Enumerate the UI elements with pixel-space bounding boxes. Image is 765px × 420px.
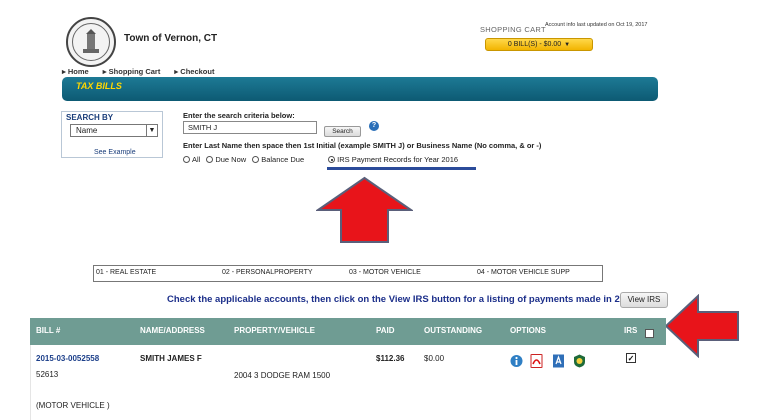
col-name-address: NAME/ADDRESS xyxy=(140,326,205,335)
col-bill: BILL # xyxy=(36,326,61,335)
help-icon[interactable]: ? xyxy=(369,121,379,131)
paid-amount: $112.36 xyxy=(376,354,405,363)
search-by-title: SEARCH BY xyxy=(66,113,114,122)
town-seal-logo xyxy=(66,17,116,67)
radio-button-selected[interactable] xyxy=(328,156,336,163)
bill-number-link[interactable]: 2015-03-0052558 xyxy=(36,354,99,363)
highlight-underline xyxy=(327,167,476,170)
table-header xyxy=(30,318,666,345)
pdf-icon[interactable] xyxy=(530,354,543,368)
vehicle-description: 2004 3 DODGE RAM 1500 xyxy=(234,371,331,380)
irs-row-checkbox[interactable]: ✓ xyxy=(626,353,636,363)
tab-personal-property[interactable]: 02 - PERSONALPROPERTY xyxy=(222,269,313,276)
outstanding-amount: $0.00 xyxy=(424,354,445,363)
tab-motor-vehicle-supp[interactable]: 04 - MOTOR VEHICLE SUPP xyxy=(477,269,570,276)
tab-motor-vehicle[interactable]: 03 - MOTOR VEHICLE xyxy=(349,269,421,276)
info-icon[interactable] xyxy=(510,354,523,368)
seal-badge-icon[interactable] xyxy=(573,354,586,368)
filter-all[interactable]: All xyxy=(183,155,200,164)
caret-down-icon: ▼ xyxy=(564,42,571,48)
chevron-down-icon: ▼ xyxy=(146,125,157,136)
col-paid: PAID xyxy=(376,326,395,335)
table-row xyxy=(30,345,666,420)
select-all-checkbox[interactable] xyxy=(645,329,654,338)
tab-real-estate[interactable]: 01 - REAL ESTATE xyxy=(96,269,156,276)
breadcrumb: ▸ Home ▸ Shopping Cart ▸ Checkout xyxy=(62,67,226,76)
search-by-selected: Name xyxy=(76,126,98,135)
cart-button-label: 0 BILL(S) - $0.00 xyxy=(507,41,562,48)
breadcrumb-shopping-cart[interactable]: ▸ Shopping Cart xyxy=(103,67,167,76)
radio-button[interactable] xyxy=(183,156,190,163)
search-by-select[interactable]: Name ▼ xyxy=(70,124,158,137)
col-outstanding: OUTSTANDING xyxy=(424,326,483,335)
col-property-vehicle: PROPERTY/VEHICLE xyxy=(234,326,315,335)
filter-due-now[interactable]: Due Now xyxy=(206,155,246,164)
section-title-bar xyxy=(62,77,658,101)
radio-button[interactable] xyxy=(252,156,260,163)
breadcrumb-checkout[interactable]: ▸ Checkout xyxy=(174,67,220,76)
bill-sub-number: 52613 xyxy=(36,370,59,379)
view-irs-button[interactable]: View IRS xyxy=(620,292,668,308)
filter-balance-due[interactable]: Balance Due xyxy=(252,155,304,164)
section-title: TAX BILLS xyxy=(76,81,122,91)
filter-radio-group: All Due Now Balance Due IRS Payment Reco… xyxy=(183,155,464,164)
irs-instructions: Check the applicable accounts, then clic… xyxy=(167,294,636,305)
search-instructions: Enter Last Name then space then 1st Init… xyxy=(183,141,542,150)
breadcrumb-home[interactable]: ▸ Home xyxy=(62,67,95,76)
shopping-cart-label: SHOPPING CART xyxy=(480,25,546,34)
see-example-link[interactable]: See Example xyxy=(94,149,136,156)
document-icon[interactable] xyxy=(552,354,565,368)
search-input[interactable]: SMITH J xyxy=(183,121,317,134)
search-button[interactable]: Search xyxy=(324,126,361,137)
red-arrow-left-icon xyxy=(664,294,739,358)
filter-irs-records[interactable]: IRS Payment Records for Year 2016 xyxy=(328,155,458,164)
bill-type: (MOTOR VEHICLE ) xyxy=(36,401,110,410)
red-arrow-up-icon xyxy=(316,176,413,243)
col-options: OPTIONS xyxy=(510,326,547,335)
cart-updated-note: Account info last updated on Oct 19, 201… xyxy=(545,22,648,28)
cart-dropdown-button[interactable]: 0 BILL(S) - $0.00 ▼ xyxy=(485,38,593,51)
col-irs: IRS xyxy=(624,326,638,335)
radio-button[interactable] xyxy=(206,156,214,163)
owner-name: SMITH JAMES F xyxy=(140,354,202,363)
criteria-title: Enter the search criteria below: xyxy=(183,111,295,120)
town-name: Town of Vernon, CT xyxy=(124,33,218,44)
